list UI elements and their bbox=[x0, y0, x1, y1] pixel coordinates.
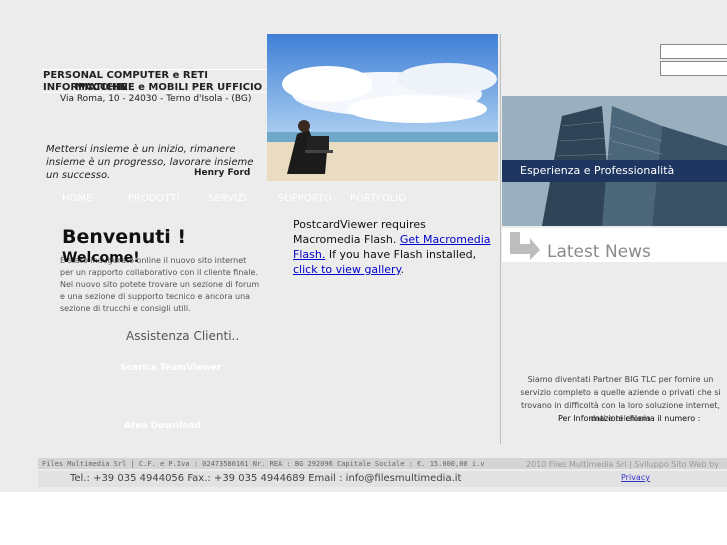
teamviewer-download-link[interactable]: Scarica TeamViewer bbox=[120, 363, 221, 373]
download-area-link[interactable]: Area Download bbox=[124, 421, 201, 431]
customer-support-heading: Assistenza Clienti.. bbox=[126, 329, 240, 343]
column-divider bbox=[500, 34, 501, 444]
header-divider-lower bbox=[42, 92, 266, 93]
flash-period: . bbox=[400, 263, 405, 276]
quote-author: Henry Ford bbox=[194, 168, 251, 178]
company-address: Via Roma, 10 - 24030 - Terno d'Isola - (… bbox=[60, 94, 252, 104]
flash-notice: PostcardViewer requires Macromedia Flash… bbox=[293, 217, 493, 277]
main-nav: HOME PRODOTTI SERVIZI SUPPORTO PORTFOLIO bbox=[55, 193, 455, 207]
welcome-title: Benvenuti ! bbox=[62, 226, 187, 248]
arrow-down-right-icon bbox=[510, 232, 540, 260]
banner-skyscrapers: Esperienza e Professionalità bbox=[502, 96, 727, 226]
flash-installed-text: If you have Flash installed, bbox=[328, 248, 477, 261]
footer-copyright: 2010 Files Multimedia Srl | Sviluppo Sit… bbox=[526, 460, 719, 469]
welcome-subtitle: Welcome! bbox=[62, 250, 140, 266]
view-gallery-link[interactable]: click to view gallery bbox=[293, 263, 401, 276]
nav-item-supporto[interactable]: SUPPORTO bbox=[278, 193, 332, 204]
phone-info-text: Per Informazioni chiama il numero : bbox=[558, 414, 701, 423]
footer-contacts: Tel.: +39 035 4944056 Fax.: +39 035 4944… bbox=[70, 473, 462, 484]
nav-item-prodotti[interactable]: PRODOTTI bbox=[128, 193, 179, 204]
header-photo-beach-laptop bbox=[267, 34, 498, 181]
login-password-input[interactable] bbox=[660, 61, 727, 76]
latest-news-title: Latest News bbox=[547, 242, 651, 262]
login-username-input[interactable] bbox=[660, 44, 727, 59]
privacy-link[interactable]: Privacy bbox=[621, 473, 650, 482]
banner-caption: Esperienza e Professionalità bbox=[520, 164, 675, 177]
footer-legal-text: Files Multimedia Srl | C.F. e P.Iva : 02… bbox=[42, 460, 485, 468]
nav-item-portfolio[interactable]: PORTFOLIO bbox=[350, 193, 406, 204]
page: PERSONAL COMPUTER e RETI INFORMATICHE MA… bbox=[0, 0, 727, 492]
nav-item-servizi[interactable]: SERVIZI bbox=[208, 193, 247, 204]
nav-item-home[interactable]: HOME bbox=[62, 193, 92, 204]
